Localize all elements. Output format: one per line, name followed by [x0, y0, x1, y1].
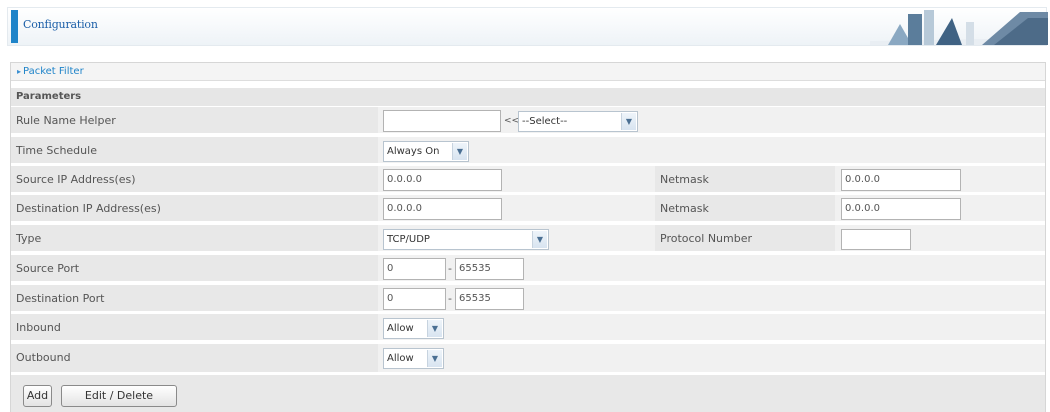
- rule-name-label: Rule Name Helper: [11, 107, 378, 135]
- destination-port-from-input[interactable]: 0: [383, 288, 446, 310]
- source-port-to-input[interactable]: 65535: [455, 258, 524, 280]
- row-separator: [11, 281, 1045, 283]
- row-separator: [11, 251, 1045, 253]
- arrow-right-icon: ▸: [17, 67, 22, 76]
- row-time-schedule: Time Schedule Always On ▼: [11, 137, 1045, 165]
- destination-port-label: Destination Port: [11, 285, 378, 313]
- row-source-ip: Source IP Address(es) Netmask 0.0.0.0 0.…: [11, 166, 1045, 194]
- type-label: Type: [11, 225, 378, 253]
- destination-netmask-input[interactable]: 0.0.0.0: [841, 198, 961, 220]
- source-netmask-label: Netmask: [655, 166, 835, 194]
- row-source-port: Source Port 0 - 65535: [11, 255, 1045, 283]
- helper-separator: <<: [504, 116, 520, 126]
- row-separator: [11, 163, 1045, 165]
- row-separator: [11, 192, 1045, 194]
- row-destination-ip: Destination IP Address(es) Netmask 0.0.0…: [11, 195, 1045, 223]
- section-heading-parameters: Parameters: [11, 88, 1045, 106]
- destination-netmask-label: Netmask: [655, 195, 835, 223]
- outbound-select[interactable]: Allow ▼: [383, 348, 444, 369]
- rule-name-helper-select[interactable]: --Select-- ▼: [518, 111, 638, 132]
- row-inbound: Inbound Allow ▼: [11, 314, 1045, 342]
- source-ip-input[interactable]: 0.0.0.0: [383, 169, 502, 191]
- inbound-label: Inbound: [11, 314, 378, 342]
- inbound-select-value: Allow: [387, 323, 414, 334]
- rule-name-helper-select-value: --Select--: [522, 116, 568, 127]
- time-schedule-value-cell: [378, 137, 1045, 165]
- page-title: Configuration: [23, 18, 98, 31]
- destination-ip-input[interactable]: 0.0.0.0: [383, 198, 502, 220]
- destination-port-to-input[interactable]: 65535: [455, 288, 524, 310]
- add-button[interactable]: Add: [23, 385, 52, 407]
- destination-ip-label: Destination IP Address(es): [11, 195, 378, 223]
- row-rule-name: Rule Name Helper << --Select-- ▼: [11, 107, 1045, 135]
- chevron-down-icon: ▼: [427, 320, 442, 337]
- source-port-separator: -: [448, 262, 452, 275]
- chevron-down-icon: ▼: [427, 350, 442, 367]
- protocol-number-input[interactable]: [841, 229, 911, 250]
- time-schedule-select[interactable]: Always On ▼: [383, 141, 469, 162]
- time-schedule-select-value: Always On: [387, 146, 440, 157]
- inbound-value-cell: [378, 314, 1045, 342]
- row-outbound: Outbound Allow ▼: [11, 344, 1045, 372]
- protocol-number-label: Protocol Number: [655, 225, 835, 253]
- page-header: Configuration: [0, 0, 1050, 52]
- edit-delete-button[interactable]: Edit / Delete: [61, 385, 177, 407]
- source-netmask-input[interactable]: 0.0.0.0: [841, 169, 961, 191]
- chevron-down-icon: ▼: [621, 113, 636, 130]
- header-accent-bar: [11, 10, 18, 43]
- inbound-select[interactable]: Allow ▼: [383, 318, 444, 339]
- packet-filter-panel: ▸ Packet Filter Parameters Rule Name Help…: [10, 62, 1046, 412]
- source-port-from-input[interactable]: 0: [383, 258, 446, 280]
- type-select[interactable]: TCP/UDP ▼: [383, 229, 549, 250]
- row-separator: [11, 340, 1045, 342]
- outbound-value-cell: [378, 344, 1045, 372]
- outbound-label: Outbound: [11, 344, 378, 372]
- rule-name-input[interactable]: [383, 110, 501, 132]
- destination-port-separator: -: [448, 292, 452, 305]
- chevron-down-icon: ▼: [452, 143, 467, 160]
- row-type: Type Protocol Number TCP/UDP ▼: [11, 225, 1045, 253]
- row-separator: [11, 311, 1045, 313]
- source-port-label: Source Port: [11, 255, 378, 283]
- panel-title-text: Packet Filter: [23, 66, 84, 77]
- form-footer: Add Edit / Delete: [11, 375, 1045, 412]
- source-ip-label: Source IP Address(es): [11, 166, 378, 194]
- row-destination-port: Destination Port 0 - 65535: [11, 285, 1045, 313]
- row-separator: [11, 221, 1045, 223]
- header-banner-graphic: [870, 10, 1048, 45]
- type-select-value: TCP/UDP: [387, 234, 430, 245]
- panel-title: ▸ Packet Filter: [11, 63, 1045, 81]
- row-separator: [11, 133, 1045, 135]
- time-schedule-label: Time Schedule: [11, 137, 378, 165]
- outbound-select-value: Allow: [387, 353, 414, 364]
- chevron-down-icon: ▼: [532, 231, 547, 248]
